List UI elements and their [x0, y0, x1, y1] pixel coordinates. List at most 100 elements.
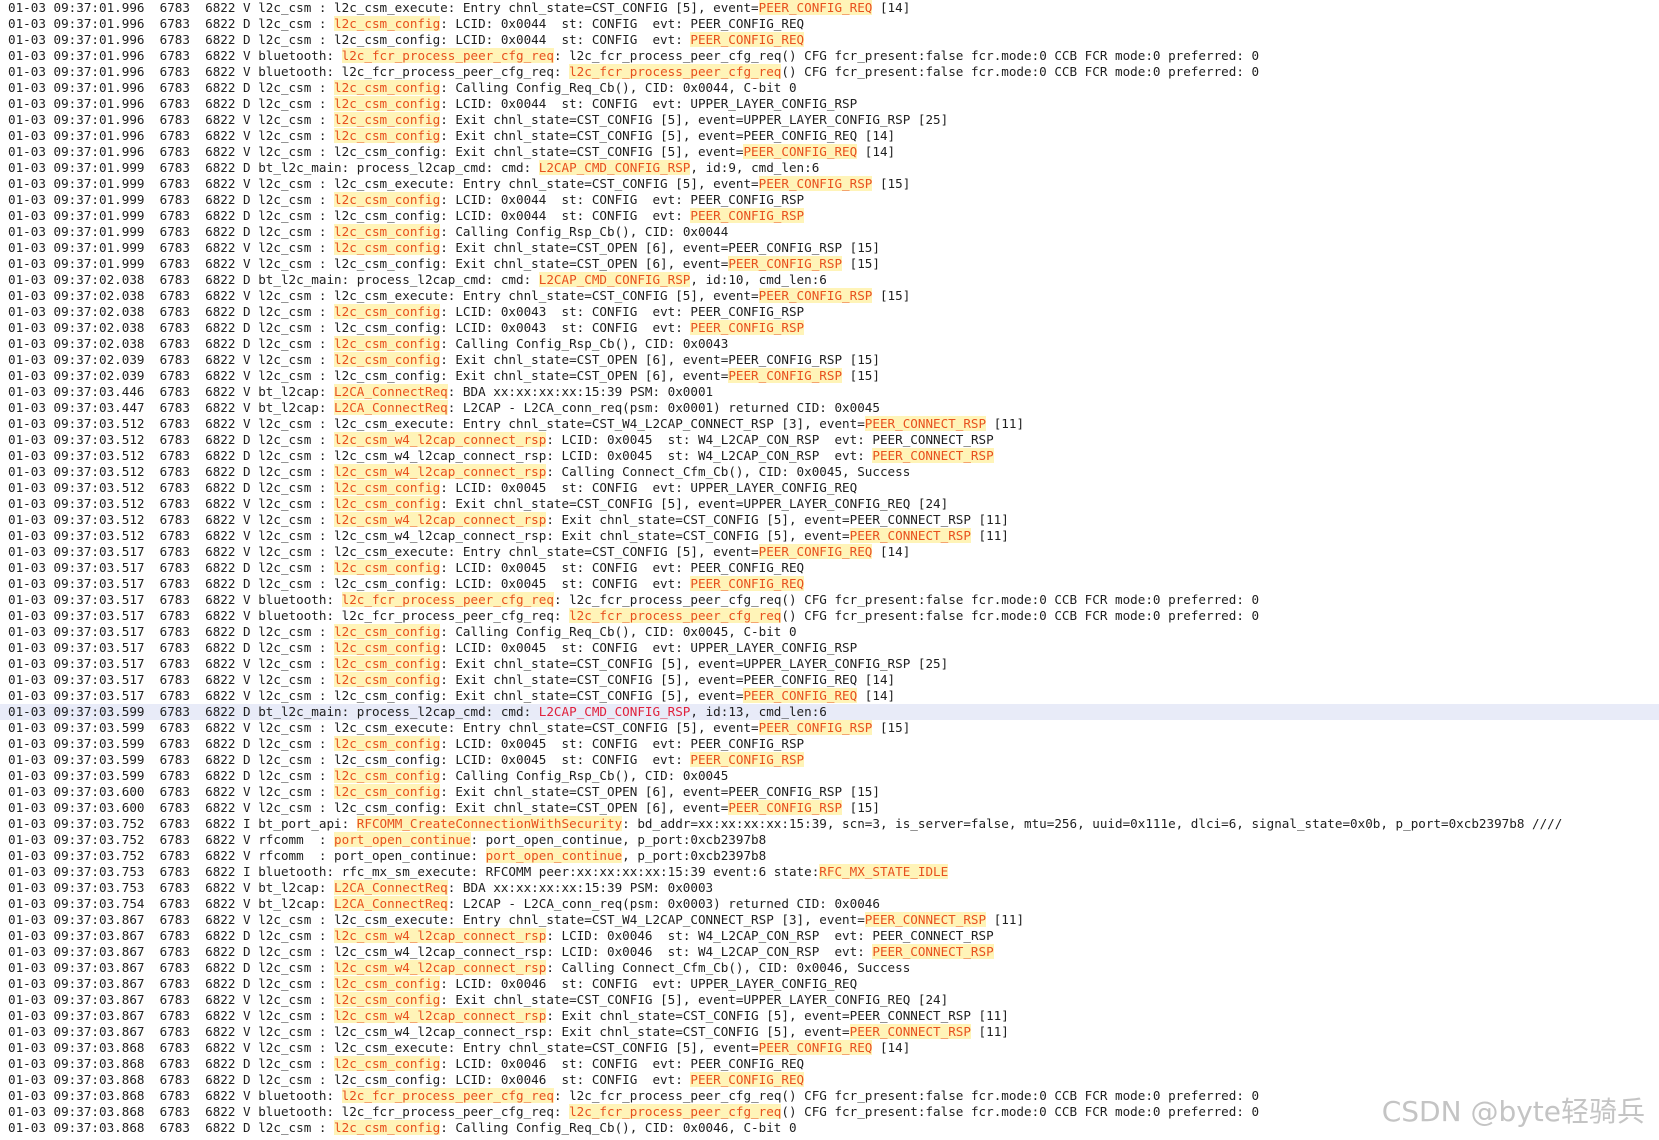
log-line[interactable]: 01-03 09:37:03.517 6783 6822 V l2c_csm :… [0, 688, 1659, 704]
log-highlight: PEER_CONNECT_RSP [864, 912, 987, 927]
log-line[interactable]: 01-03 09:37:01.996 6783 6822 V l2c_csm :… [0, 112, 1659, 128]
log-line[interactable]: 01-03 09:37:03.600 6783 6822 V l2c_csm :… [0, 800, 1659, 816]
log-line[interactable]: 01-03 09:37:01.999 6783 6822 V l2c_csm :… [0, 176, 1659, 192]
log-text: 01-03 09:37:03.867 6783 6822 V l2c_csm : [8, 1008, 335, 1023]
log-line[interactable]: 01-03 09:37:01.999 6783 6822 D l2c_csm :… [0, 224, 1659, 240]
log-line[interactable]: 01-03 09:37:03.512 6783 6822 V l2c_csm :… [0, 416, 1659, 432]
log-line[interactable]: 01-03 09:37:01.996 6783 6822 D l2c_csm :… [0, 80, 1659, 96]
log-line[interactable]: 01-03 09:37:03.752 6783 6822 V rfcomm : … [0, 832, 1659, 848]
log-text: 01-03 09:37:01.996 6783 6822 V bluetooth… [8, 64, 570, 79]
log-line[interactable]: 01-03 09:37:03.599 6783 6822 V l2c_csm :… [0, 720, 1659, 736]
log-line[interactable]: 01-03 09:37:03.867 6783 6822 V l2c_csm :… [0, 1008, 1659, 1024]
log-line[interactable]: 01-03 09:37:03.517 6783 6822 V l2c_csm :… [0, 672, 1659, 688]
log-line[interactable]: 01-03 09:37:01.999 6783 6822 V l2c_csm :… [0, 240, 1659, 256]
log-highlight: l2c_csm_config [334, 1120, 441, 1135]
log-text: : Exit chnl_state=CST_OPEN [6], event=PE… [440, 784, 880, 799]
log-line[interactable]: 01-03 09:37:01.999 6783 6822 D bt_l2c_ma… [0, 160, 1659, 176]
log-line[interactable]: 01-03 09:37:03.512 6783 6822 D l2c_csm :… [0, 464, 1659, 480]
log-text: 01-03 09:37:03.512 6783 6822 D l2c_csm : [8, 480, 335, 495]
log-line[interactable]: 01-03 09:37:03.867 6783 6822 D l2c_csm :… [0, 928, 1659, 944]
log-line[interactable]: 01-03 09:37:01.996 6783 6822 V bluetooth… [0, 64, 1659, 80]
log-line[interactable]: 01-03 09:37:03.752 6783 6822 V rfcomm : … [0, 848, 1659, 864]
log-line[interactable]: 01-03 09:37:03.512 6783 6822 D l2c_csm :… [0, 448, 1659, 464]
log-line[interactable]: 01-03 09:37:02.038 6783 6822 D l2c_csm :… [0, 336, 1659, 352]
log-line[interactable]: 01-03 09:37:03.446 6783 6822 V bt_l2cap:… [0, 384, 1659, 400]
log-text: 01-03 09:37:01.999 6783 6822 D l2c_csm : [8, 224, 335, 239]
log-text: 01-03 09:37:03.867 6783 6822 D l2c_csm :… [8, 944, 873, 959]
log-line[interactable]: 01-03 09:37:03.867 6783 6822 V l2c_csm :… [0, 912, 1659, 928]
log-line[interactable]: 01-03 09:37:03.868 6783 6822 D l2c_csm :… [0, 1056, 1659, 1072]
log-line[interactable]: 01-03 09:37:03.754 6783 6822 V bt_l2cap:… [0, 896, 1659, 912]
log-line[interactable]: 01-03 09:37:01.996 6783 6822 V l2c_csm :… [0, 128, 1659, 144]
log-line[interactable]: 01-03 09:37:03.517 6783 6822 V l2c_csm :… [0, 656, 1659, 672]
log-line[interactable]: 01-03 09:37:03.599 6783 6822 D l2c_csm :… [0, 768, 1659, 784]
log-text: () CFG fcr_present:false fcr.mode:0 CCB … [781, 64, 1260, 79]
log-line[interactable]: 01-03 09:37:01.996 6783 6822 V l2c_csm :… [0, 144, 1659, 160]
log-line[interactable]: 01-03 09:37:03.753 6783 6822 I bluetooth… [0, 864, 1659, 880]
log-highlight: PEER_CONFIG_REQ [758, 1040, 873, 1055]
log-line[interactable]: 01-03 09:37:01.999 6783 6822 V l2c_csm :… [0, 256, 1659, 272]
log-line[interactable]: 01-03 09:37:03.512 6783 6822 V l2c_csm :… [0, 528, 1659, 544]
log-line[interactable]: 01-03 09:37:02.038 6783 6822 D l2c_csm :… [0, 304, 1659, 320]
log-line[interactable]: 01-03 09:37:03.512 6783 6822 V l2c_csm :… [0, 512, 1659, 528]
log-text: 01-03 09:37:03.867 6783 6822 D l2c_csm : [8, 976, 335, 991]
log-line[interactable]: 01-03 09:37:03.517 6783 6822 D l2c_csm :… [0, 560, 1659, 576]
log-line[interactable]: 01-03 09:37:03.512 6783 6822 D l2c_csm :… [0, 480, 1659, 496]
log-line[interactable]: 01-03 09:37:03.512 6783 6822 V l2c_csm :… [0, 496, 1659, 512]
log-line[interactable]: 01-03 09:37:02.038 6783 6822 D bt_l2c_ma… [0, 272, 1659, 288]
log-line[interactable]: 01-03 09:37:03.517 6783 6822 V bluetooth… [0, 608, 1659, 624]
log-line[interactable]: 01-03 09:37:03.517 6783 6822 D l2c_csm :… [0, 576, 1659, 592]
log-highlight: l2c_csm_config [334, 112, 441, 127]
log-text: 01-03 09:37:01.999 6783 6822 V l2c_csm :… [8, 256, 729, 271]
log-line[interactable]: 01-03 09:37:03.517 6783 6822 D l2c_csm :… [0, 624, 1659, 640]
log-line[interactable]: 01-03 09:37:03.867 6783 6822 V l2c_csm :… [0, 1024, 1659, 1040]
log-line[interactable]: 01-03 09:37:03.600 6783 6822 V l2c_csm :… [0, 784, 1659, 800]
log-line[interactable]: 01-03 09:37:01.996 6783 6822 V bluetooth… [0, 48, 1659, 64]
log-line[interactable]: 01-03 09:37:03.512 6783 6822 D l2c_csm :… [0, 432, 1659, 448]
log-line[interactable]: 01-03 09:37:03.517 6783 6822 V bluetooth… [0, 592, 1659, 608]
log-highlight: PEER_CONFIG_REQ [758, 544, 873, 559]
log-text: : port_open_continue, p_port:0xcb2397b8 [470, 832, 767, 847]
log-text: 01-03 09:37:03.512 6783 6822 V l2c_csm :… [8, 416, 865, 431]
log-line[interactable]: 01-03 09:37:03.868 6783 6822 V l2c_csm :… [0, 1040, 1659, 1056]
log-line[interactable]: 01-03 09:37:03.517 6783 6822 D l2c_csm :… [0, 640, 1659, 656]
log-line[interactable]: 01-03 09:37:01.999 6783 6822 D l2c_csm :… [0, 192, 1659, 208]
log-text: : l2c_fcr_process_peer_cfg_req() CFG fcr… [553, 592, 1260, 607]
log-line[interactable]: 01-03 09:37:02.039 6783 6822 V l2c_csm :… [0, 352, 1659, 368]
log-highlight: L2CA_ConnectReq [334, 880, 448, 895]
log-highlight: PEER_CONFIG_RSP [690, 208, 805, 223]
log-line[interactable]: 01-03 09:37:02.038 6783 6822 V l2c_csm :… [0, 288, 1659, 304]
log-line[interactable]: 01-03 09:37:01.996 6783 6822 D l2c_csm :… [0, 96, 1659, 112]
log-text: : Exit chnl_state=CST_CONFIG [5], event=… [440, 656, 949, 671]
log-line[interactable]: 01-03 09:37:03.517 6783 6822 V l2c_csm :… [0, 544, 1659, 560]
log-line[interactable]: 01-03 09:37:03.868 6783 6822 D l2c_csm :… [0, 1072, 1659, 1088]
log-highlight: l2c_csm_config [334, 352, 441, 367]
log-text: 01-03 09:37:03.752 6783 6822 I bt_port_a… [8, 816, 357, 831]
log-highlight: PEER_CONFIG_REQ [690, 1072, 805, 1087]
watermark: CSDN @byte轻骑兵 [1381, 1095, 1645, 1128]
log-line[interactable]: 01-03 09:37:01.996 6783 6822 V l2c_csm :… [0, 0, 1659, 16]
log-line[interactable]: 01-03 09:37:03.753 6783 6822 V bt_l2cap:… [0, 880, 1659, 896]
log-line[interactable]: 01-03 09:37:03.447 6783 6822 V bt_l2cap:… [0, 400, 1659, 416]
log-line[interactable]: 01-03 09:37:02.039 6783 6822 V l2c_csm :… [0, 368, 1659, 384]
log-text: : Exit chnl_state=CST_CONFIG [5], event=… [440, 992, 949, 1007]
log-line[interactable]: 01-03 09:37:03.752 6783 6822 I bt_port_a… [0, 816, 1659, 832]
log-highlight: l2c_csm_w4_l2cap_connect_rsp [334, 464, 547, 479]
log-text: () CFG fcr_present:false fcr.mode:0 CCB … [781, 608, 1260, 623]
log-highlight: l2c_csm_config [334, 224, 441, 239]
log-line[interactable]: 01-03 09:37:01.996 6783 6822 D l2c_csm :… [0, 32, 1659, 48]
log-line[interactable]: 01-03 09:37:03.867 6783 6822 D l2c_csm :… [0, 976, 1659, 992]
log-line[interactable]: 01-03 09:37:03.867 6783 6822 D l2c_csm :… [0, 944, 1659, 960]
log-line[interactable]: 01-03 09:37:03.867 6783 6822 V l2c_csm :… [0, 992, 1659, 1008]
log-line[interactable]: 01-03 09:37:03.867 6783 6822 D l2c_csm :… [0, 960, 1659, 976]
log-line[interactable]: 01-03 09:37:03.599 6783 6822 D l2c_csm :… [0, 736, 1659, 752]
log-highlight: l2c_csm_config [334, 496, 441, 511]
log-text: 01-03 09:37:03.446 6783 6822 V bt_l2cap: [8, 384, 335, 399]
log-line[interactable]: 01-03 09:37:02.038 6783 6822 D l2c_csm :… [0, 320, 1659, 336]
log-line[interactable]: 01-03 09:37:03.599 6783 6822 D l2c_csm :… [0, 752, 1659, 768]
log-line[interactable]: 01-03 09:37:01.996 6783 6822 D l2c_csm :… [0, 16, 1659, 32]
log-line[interactable]: 01-03 09:37:03.599 6783 6822 D bt_l2c_ma… [0, 704, 1659, 720]
log-text: 01-03 09:37:03.600 6783 6822 V l2c_csm :… [8, 800, 729, 815]
log-line[interactable]: 01-03 09:37:01.999 6783 6822 D l2c_csm :… [0, 208, 1659, 224]
log-highlight: l2c_csm_config [334, 80, 441, 95]
